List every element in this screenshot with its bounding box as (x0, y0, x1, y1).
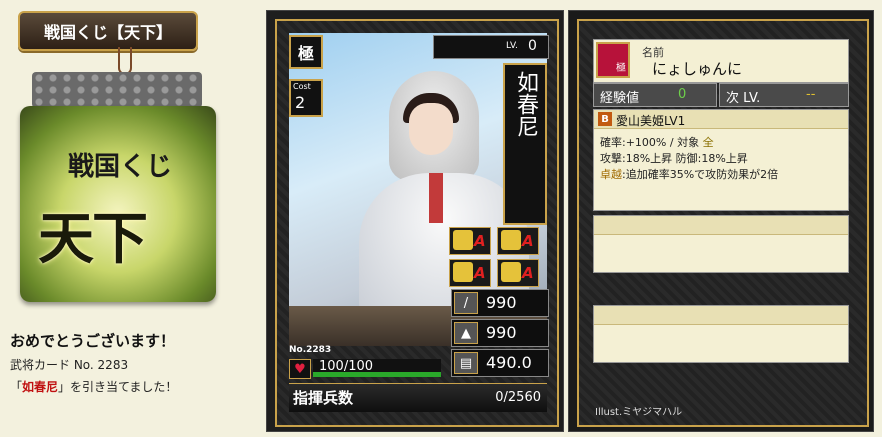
scroll-icon: ▤ (454, 352, 478, 374)
hp-bar: 100/100 (313, 359, 441, 377)
slot-header (594, 216, 848, 235)
attack-value: 990 (486, 293, 517, 312)
card-name: 如春尼 (503, 63, 547, 225)
congrats-message: おめでとうございます！ (10, 332, 176, 350)
troops-row: 指揮兵数 0/2560 (289, 383, 547, 412)
exp-value: 0 (678, 87, 687, 102)
skill-rate-text: 確率:+100% / 対象 (600, 136, 703, 149)
next-level-value: -- (806, 87, 816, 102)
defense-stat: ▲ 990 (451, 319, 549, 347)
sword-icon: / (454, 292, 478, 314)
artwork-face (409, 103, 453, 155)
lottery-calendar-image: 戦国くじ 天下 (20, 72, 216, 308)
aptitude-bow: A (449, 259, 491, 287)
troops-label: 指揮兵数 (293, 389, 354, 407)
skill-rank-tag: B (598, 112, 612, 126)
hp-fill (313, 372, 441, 377)
skill-line-rate: 確率:+100% / 対象 全 (600, 134, 714, 150)
skill-excellence-text: :追加確率35%で攻防効果が2倍 (622, 168, 779, 181)
calendar-hook (118, 47, 132, 75)
lottery-title-button[interactable]: 戦国くじ【天下】 (18, 11, 198, 51)
aptitude-grade: A (522, 264, 534, 282)
calendar-text-tenka: 天下 (38, 206, 148, 272)
name-row: 極 名前 にょしゅんに (593, 39, 849, 83)
cost-label: Cost (293, 82, 311, 91)
cost-badge: Cost 2 (289, 79, 323, 117)
aptitude-cavalry: A (497, 227, 539, 255)
next-level-box: 次 LV. -- (719, 83, 849, 107)
level-box: LV. 0 (433, 35, 549, 59)
artwork-collar (429, 173, 443, 223)
card-number-line: 武将カード No. 2283 (10, 358, 129, 372)
aptitude-grade: A (474, 232, 486, 250)
skill-name: 愛山美姫LV1 (616, 114, 686, 128)
skill-line-excellence: 卓越:追加確率35%で攻防効果が2倍 (600, 166, 778, 182)
exp-label: 経験値 (600, 91, 640, 106)
level-value: 0 (528, 38, 537, 54)
empty-skill-slot-2 (593, 305, 849, 363)
calendar-text-lottery: 戦国くじ (68, 152, 173, 182)
result-suffix: 」を引き当てました！ (58, 380, 178, 394)
empty-skill-slot-1 (593, 215, 849, 273)
calendar-body: 戦国くじ 天下 (20, 106, 216, 302)
aptitude-grade: A (474, 264, 486, 282)
result-card-name: 如春尼 (22, 380, 59, 394)
result-prefix: 「 (10, 380, 23, 394)
skill-excellence-label: 卓越 (600, 168, 622, 181)
slot-header (594, 306, 848, 325)
bow-icon (453, 262, 473, 282)
calendar-binding (32, 72, 202, 108)
intellect-value: 490.0 (486, 353, 532, 372)
defense-value: 990 (486, 323, 517, 342)
heart-icon: ♥ (289, 359, 311, 379)
cost-value: 2 (295, 93, 306, 112)
attack-stat: / 990 (451, 289, 549, 317)
skill-header: B 愛山美姫LV1 (594, 110, 848, 129)
card-number: No.2283 (289, 345, 332, 355)
intellect-stat: ▤ 490.0 (451, 349, 549, 377)
spear-soldier-icon (453, 230, 473, 250)
result-line: 「如春尼」を引き当てました！ (10, 378, 177, 395)
level-label: LV. (506, 41, 518, 51)
aptitude-siege: A (497, 259, 539, 287)
skill-line-effect: 攻撃:18%上昇 防御:18%上昇 (600, 152, 748, 165)
exp-box: 経験値 0 (593, 83, 717, 107)
next-level-label: 次 LV. (726, 91, 761, 106)
aptitude-grade: A (522, 232, 534, 250)
unit-aptitude-grid: A A A A (449, 227, 547, 289)
troops-value: 0/2560 (495, 390, 541, 405)
general-card[interactable]: 極 Cost 2 LV. 0 如春尼 A A A A / 990 ▲ 990 ▤… (266, 10, 564, 432)
skill-target: 全 (702, 136, 714, 149)
illustrator-credit: Illust.ミヤジマハル (595, 407, 683, 418)
rank-badge: 極 (596, 42, 630, 78)
aptitude-spear: A (449, 227, 491, 255)
siege-icon (501, 262, 521, 282)
name-value: にょしゅんに (652, 60, 743, 78)
helmet-icon: ▲ (454, 322, 478, 344)
rarity-badge: 極 (289, 35, 323, 69)
cavalry-icon (501, 230, 521, 250)
skill-box: B 愛山美姫LV1 確率:+100% / 対象 全 攻撃:18%上昇 防御:18… (593, 109, 849, 211)
card-info-panel: 極 名前 にょしゅんに 経験値 0 次 LV. -- B 愛山美姫LV1 確率:… (568, 10, 874, 432)
